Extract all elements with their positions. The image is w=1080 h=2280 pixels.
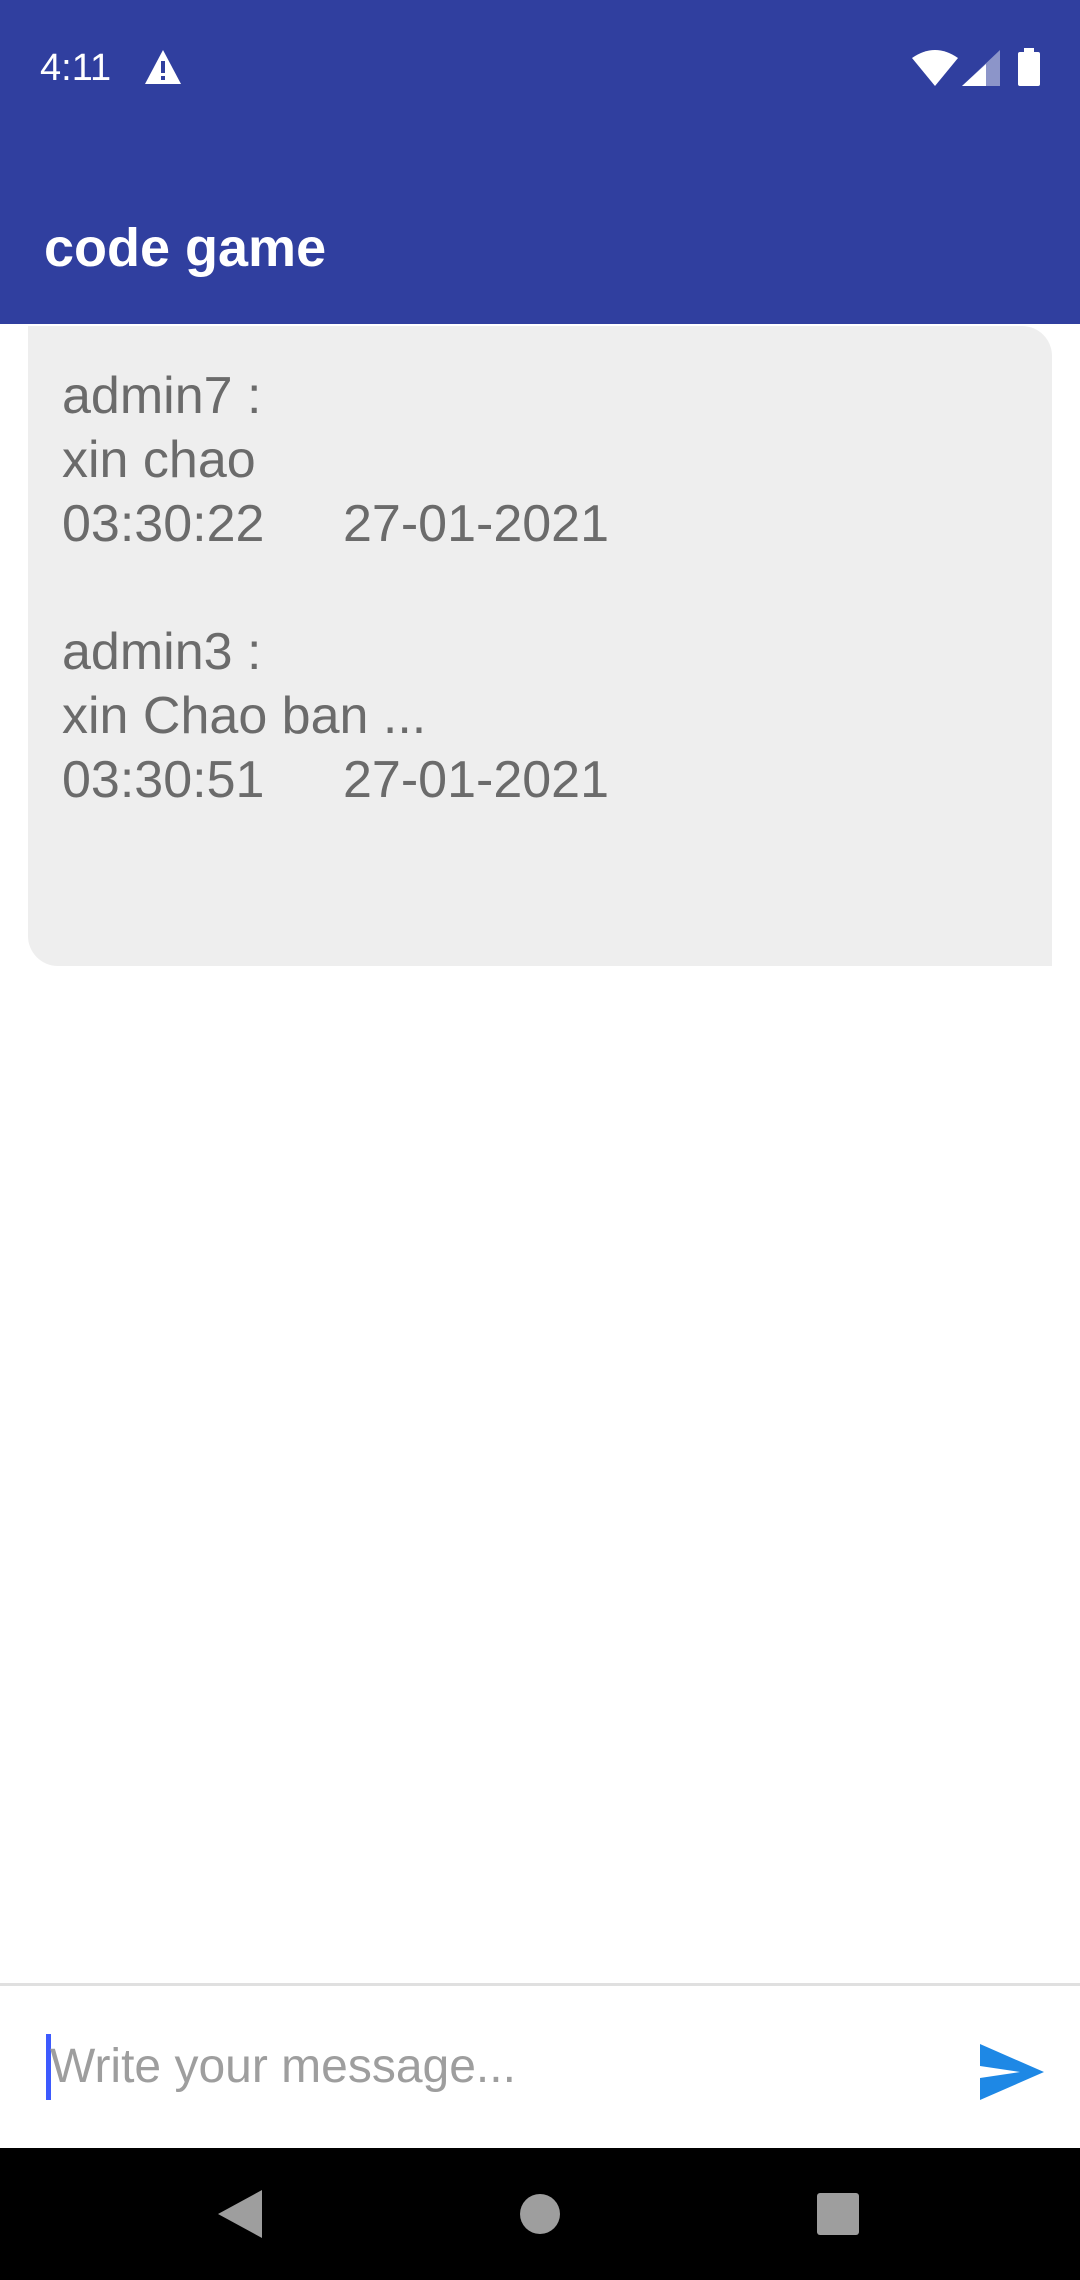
app-title: code game bbox=[44, 218, 327, 278]
recents-icon bbox=[817, 2193, 859, 2235]
app-bar: code game bbox=[0, 140, 1080, 324]
alert-icon bbox=[145, 50, 181, 84]
message-sender: admin7 : bbox=[62, 367, 262, 425]
screen: 4:11 code game admin7 : xin chao 03:30:2… bbox=[0, 0, 1080, 2280]
send-button[interactable] bbox=[976, 2026, 1048, 2106]
status-time: 4:11 bbox=[40, 47, 112, 89]
message-composer bbox=[0, 1986, 1080, 2148]
message-sender: admin3 : bbox=[62, 623, 262, 681]
message-input[interactable] bbox=[50, 2026, 950, 2106]
home-button[interactable] bbox=[474, 2148, 606, 2280]
message-timestamp: 03:30:51 27-01-2021 bbox=[62, 748, 1052, 812]
message-date: 27-01-2021 bbox=[343, 495, 609, 553]
message-timestamp: 03:30:22 27-01-2021 bbox=[62, 492, 1052, 556]
home-icon bbox=[520, 2194, 560, 2234]
message-text: xin Chao ban ... bbox=[62, 687, 427, 745]
send-icon bbox=[980, 2044, 1044, 2100]
message-list: admin7 : xin chao 03:30:22 27-01-2021 ad… bbox=[28, 326, 1052, 966]
back-button[interactable] bbox=[174, 2148, 306, 2280]
back-icon bbox=[218, 2190, 262, 2238]
message-time: 03:30:51 bbox=[62, 751, 265, 809]
status-bar: 4:11 bbox=[0, 0, 1080, 140]
recents-button[interactable] bbox=[772, 2148, 904, 2280]
message-time: 03:30:22 bbox=[62, 495, 265, 553]
signal-icon bbox=[962, 50, 1000, 86]
wifi-icon bbox=[912, 50, 958, 86]
message-item: admin7 : xin chao 03:30:22 27-01-2021 bbox=[62, 364, 1052, 556]
navigation-bar bbox=[0, 2148, 1080, 2280]
battery-icon bbox=[1018, 48, 1040, 86]
message-date: 27-01-2021 bbox=[343, 751, 609, 809]
message-text: xin chao bbox=[62, 431, 256, 489]
message-item: admin3 : xin Chao ban ... 03:30:51 27-01… bbox=[62, 620, 1052, 812]
